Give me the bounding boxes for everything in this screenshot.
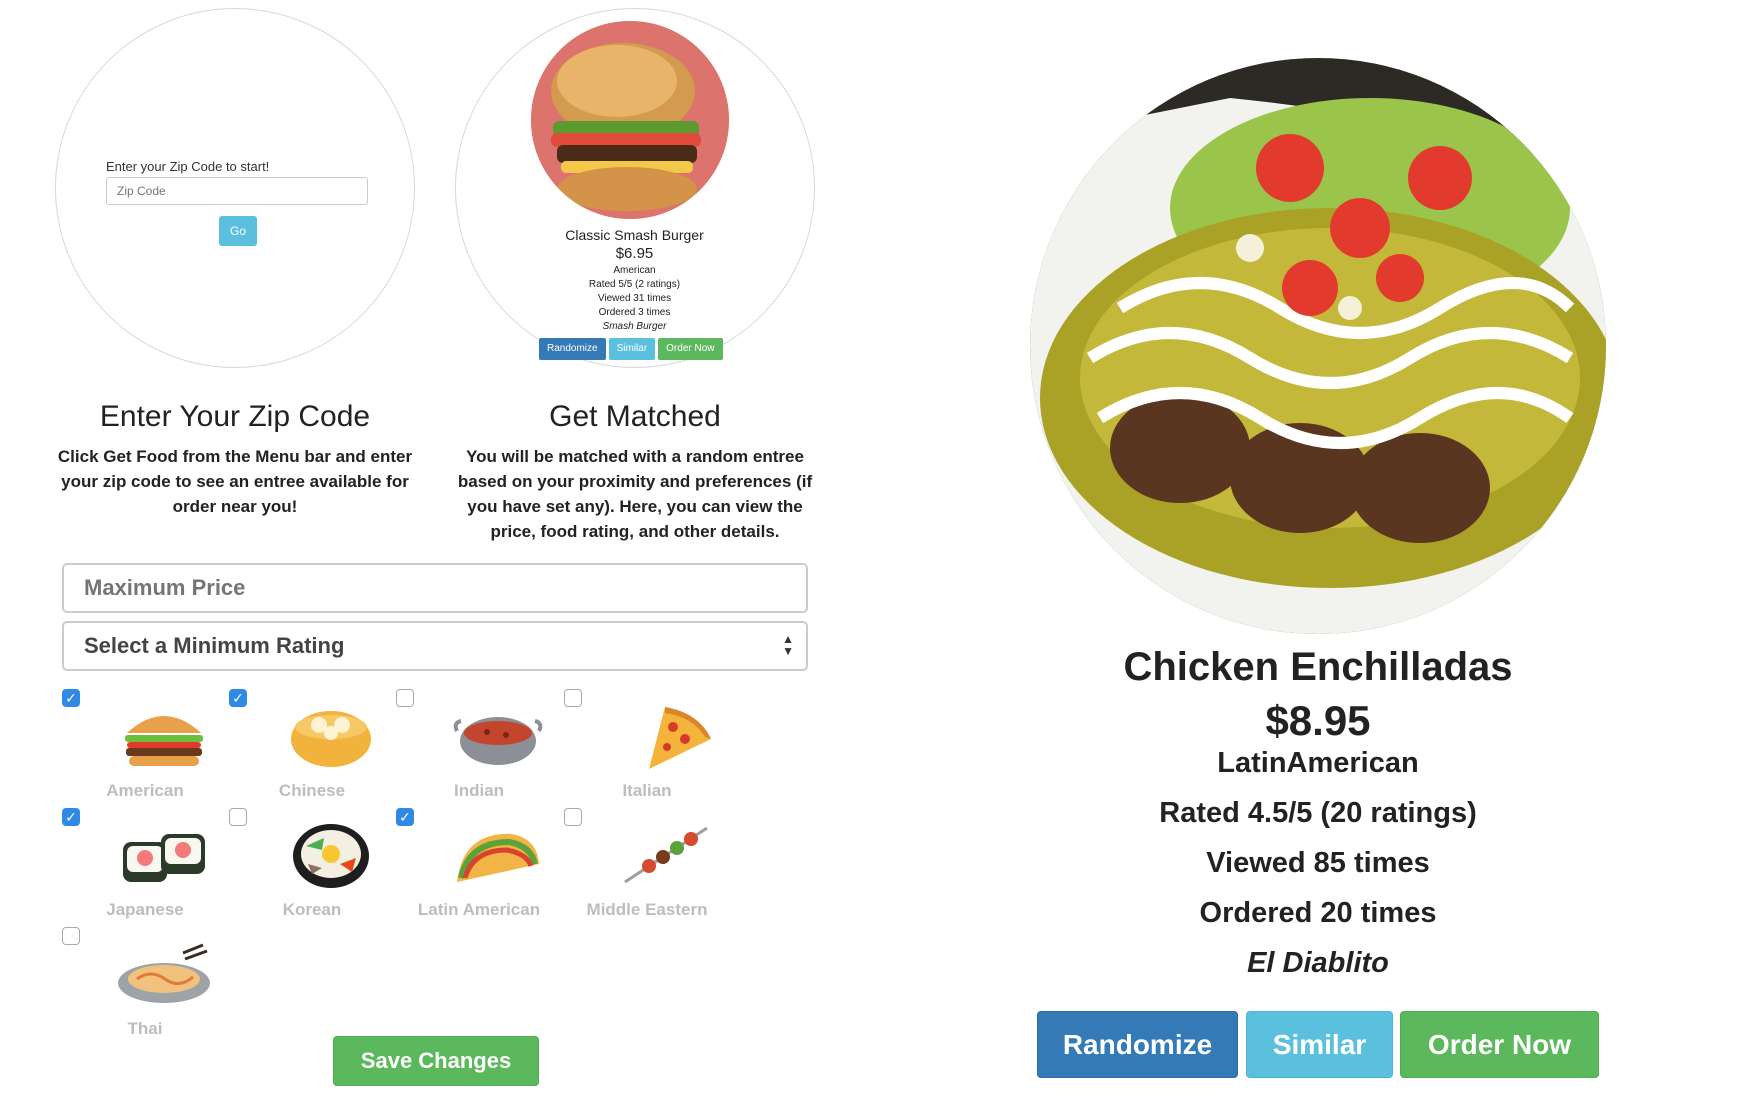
result-rating: Rated 4.5/5 (20 ratings) — [1159, 797, 1477, 829]
cuisine-option-thai[interactable]: Thai — [62, 927, 228, 1045]
pizza-slice-icon — [649, 707, 711, 769]
cuisine-label-middle-eastern: Middle Eastern — [586, 900, 708, 919]
cuisine-label-indian: Indian — [453, 781, 505, 800]
min-rating-select[interactable]: Select a Minimum Rating ▲ ▼ — [62, 621, 808, 671]
cuisine-label-latin-american: Latin American — [417, 900, 541, 919]
result-cuisine: LatinAmerican — [1217, 747, 1419, 779]
cuisine-option-middle-eastern[interactable]: Middle Eastern — [564, 808, 730, 926]
cuisine-checkbox-italian[interactable] — [564, 689, 582, 707]
match-step-description: You will be matched with a random entree… — [457, 447, 813, 541]
zip-mini-input[interactable] — [106, 177, 368, 205]
result-orders: Ordered 20 times — [1199, 897, 1437, 929]
max-price-input[interactable] — [62, 563, 808, 613]
cuisine-label-japanese: Japanese — [106, 900, 184, 919]
cuisine-checkbox-japanese[interactable]: ✓ — [62, 808, 80, 826]
cuisine-option-indian[interactable]: Indian — [396, 689, 562, 807]
preview-button-group: Randomize Similar Order Now — [539, 338, 723, 360]
result-restaurant: El Diablito — [1247, 947, 1389, 979]
kebab-icon — [624, 826, 708, 884]
preview-order-button[interactable]: Order Now — [658, 338, 723, 360]
preview-restaurant: Smash Burger — [602, 321, 667, 332]
cuisine-checkbox-thai[interactable] — [62, 927, 80, 945]
cuisine-option-japanese[interactable]: ✓ Japanese — [62, 808, 228, 926]
cuisine-checkbox-indian[interactable] — [396, 689, 414, 707]
preview-cuisine: American — [613, 265, 656, 276]
order-now-button[interactable]: Order Now — [1400, 1011, 1599, 1078]
save-changes-button[interactable]: Save Changes — [333, 1036, 539, 1086]
zip-step-title: Enter Your Zip Code — [99, 400, 371, 433]
taco-icon — [457, 833, 539, 882]
cuisine-label-thai: Thai — [127, 1019, 163, 1038]
cuisine-option-korean[interactable]: Korean — [229, 808, 395, 926]
sushi-icon — [123, 834, 205, 882]
cuisine-option-chinese[interactable]: ✓ Chinese — [229, 689, 395, 807]
similar-button[interactable]: Similar — [1246, 1011, 1393, 1078]
preview-rating: Rated 5/5 (2 ratings) — [588, 279, 681, 290]
cuisine-checkbox-american[interactable]: ✓ — [62, 689, 80, 707]
burger-photo — [531, 21, 729, 219]
cuisine-checkbox-chinese[interactable]: ✓ — [229, 689, 247, 707]
cuisine-label-chinese: Chinese — [278, 781, 346, 800]
pad-thai-icon — [118, 943, 210, 1003]
preview-orders: Ordered 3 times — [598, 307, 671, 318]
preview-views: Viewed 31 times — [597, 293, 672, 304]
cuisine-option-italian[interactable]: Italian — [564, 689, 730, 807]
zip-desc-prefix: Click — [57, 447, 104, 466]
match-step-circle: Classic Smash Burger $6.95 American Rate… — [455, 8, 815, 368]
curry-pot-icon — [453, 717, 543, 765]
cuisine-checkbox-middle-eastern[interactable] — [564, 808, 582, 826]
min-rating-selected-value: Select a Minimum Rating — [84, 633, 345, 658]
preview-randomize-button[interactable]: Randomize — [539, 338, 606, 360]
preview-similar-button[interactable]: Similar — [608, 338, 656, 360]
result-views: Viewed 85 times — [1206, 847, 1430, 879]
cuisine-checkbox-korean[interactable] — [229, 808, 247, 826]
zip-desc-bold: Get Food — [103, 447, 178, 466]
zip-step-circle: Enter your Zip Code to start! Go — [55, 8, 415, 368]
cuisine-option-latin-american[interactable]: ✓ Latin American — [396, 808, 562, 926]
cuisine-label-american: American — [106, 781, 184, 800]
preview-entree-name: Classic Smash Burger — [565, 227, 704, 243]
enchiladas-photo — [1030, 58, 1606, 634]
preview-entree-price: $6.95 — [615, 245, 654, 262]
result-entree-price: $8.95 — [1265, 697, 1371, 744]
cuisine-label-italian: Italian — [622, 781, 672, 800]
cuisine-checkbox-latin-american[interactable]: ✓ — [396, 808, 414, 826]
zip-go-button[interactable]: Go — [219, 216, 257, 246]
zip-step-description: Click Get Food from the Menu bar and ent… — [50, 444, 420, 519]
zip-mini-label: Enter your Zip Code to start! — [106, 159, 270, 174]
dumplings-icon — [291, 711, 371, 767]
result-entree-name: Chicken Enchilladas — [1123, 645, 1513, 689]
randomize-button[interactable]: Randomize — [1037, 1011, 1238, 1078]
select-arrows-icon: ▲ ▼ — [782, 632, 794, 658]
cuisine-option-american[interactable]: ✓ American — [62, 689, 228, 807]
match-step-title: Get Matched — [549, 400, 721, 433]
bibimbap-icon — [293, 824, 369, 888]
burger-icon — [125, 716, 203, 766]
cuisine-label-korean: Korean — [282, 900, 342, 919]
